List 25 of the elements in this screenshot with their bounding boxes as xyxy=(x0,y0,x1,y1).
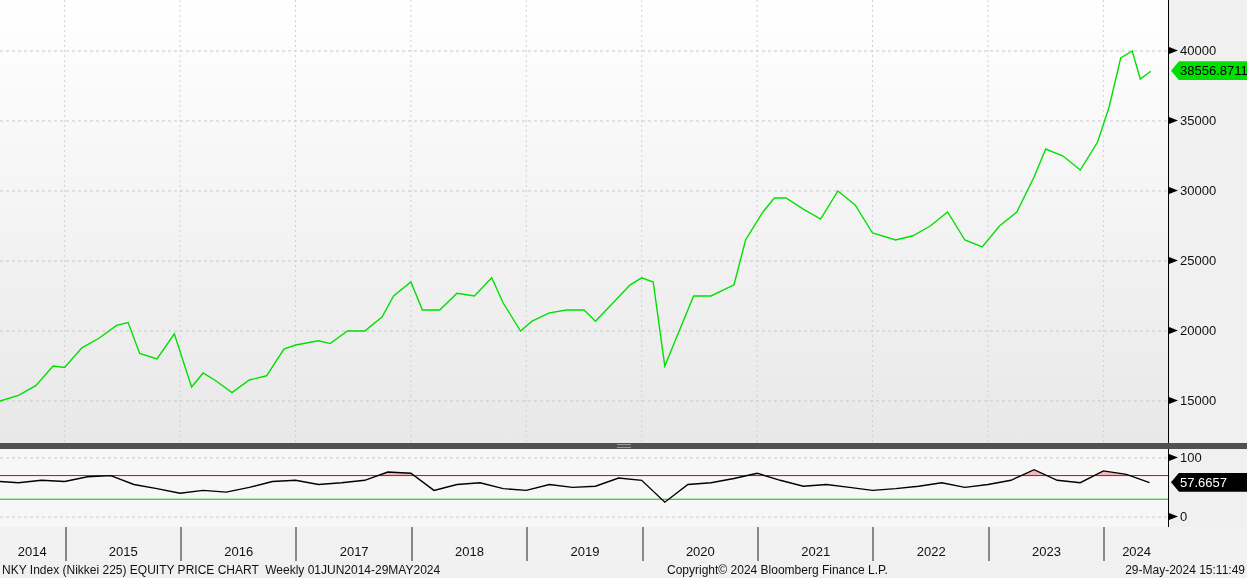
year-label: 2015 xyxy=(64,527,181,561)
axis-tick-label: 0 xyxy=(1180,509,1188,524)
splitter-handle[interactable] xyxy=(616,444,631,448)
year-label: 2019 xyxy=(526,527,642,561)
last-price-tag: 38556.8711 xyxy=(1171,61,1247,81)
copyright-text: Copyright© 2024 Bloomberg Finance L.P. xyxy=(666,562,889,577)
axis-tick-label: 15000 xyxy=(1180,394,1217,408)
year-label: 2017 xyxy=(295,527,411,561)
year-label: 2023 xyxy=(987,527,1104,561)
axis-tick-label: 25000 xyxy=(1180,253,1217,268)
axis-tick-label: 100 xyxy=(1180,450,1202,465)
year-label: 2024 xyxy=(1103,527,1168,561)
year-label: 2014 xyxy=(16,543,48,561)
year-label: 2020 xyxy=(641,527,758,561)
chart-title: NKY Index (Nikkei 225) EQUITY PRICE CHART Weekly 01JUN2014-29MAY2024 xyxy=(1,562,442,577)
last-value-tag: 57.6657 xyxy=(1171,472,1247,492)
axis-tick-label: 40000 xyxy=(1180,43,1217,58)
axis-tick-label: 35000 xyxy=(1180,113,1217,128)
axis-tick-label: 20000 xyxy=(1180,324,1217,338)
year-label: 2018 xyxy=(410,527,527,561)
timestamp: 29-May-2024 15:11:49 xyxy=(1124,562,1245,577)
year-label: 2021 xyxy=(757,527,873,561)
axis-tick-label: 30000 xyxy=(1180,183,1217,198)
year-label: 2022 xyxy=(872,527,988,561)
year-label: 2016 xyxy=(180,527,296,561)
